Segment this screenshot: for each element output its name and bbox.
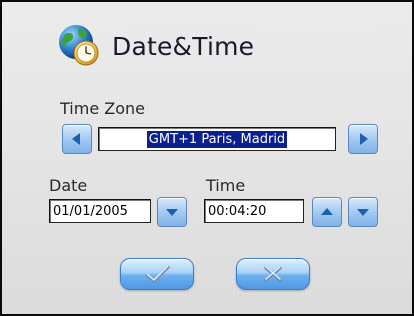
- triangle-down-icon: [166, 209, 178, 216]
- date-field[interactable]: 01/01/2005: [49, 199, 151, 223]
- x-icon: [264, 266, 282, 282]
- dialog-header: Date&Time: [56, 20, 254, 72]
- triangle-left-icon: [72, 133, 80, 145]
- timezone-label: Time Zone: [60, 99, 145, 118]
- date-time-dialog: Date&Time Time Zone GMT+1 Paris, Madrid …: [0, 0, 414, 316]
- time-label: Time: [206, 176, 246, 195]
- dialog-title: Date&Time: [112, 31, 255, 61]
- globe-clock-icon: [56, 23, 102, 69]
- time-up-button[interactable]: [312, 197, 342, 227]
- triangle-up-icon: [321, 208, 333, 215]
- ok-button[interactable]: [120, 258, 194, 290]
- timezone-value: GMT+1 Paris, Madrid: [146, 130, 288, 148]
- triangle-down-icon: [357, 209, 369, 216]
- time-down-button[interactable]: [348, 197, 378, 227]
- checkmark-icon: [145, 265, 170, 283]
- timezone-field[interactable]: GMT+1 Paris, Madrid: [98, 127, 336, 151]
- cancel-button[interactable]: [236, 258, 310, 290]
- date-picker-button[interactable]: [157, 197, 187, 227]
- triangle-right-icon: [360, 133, 368, 145]
- date-value: 01/01/2005: [53, 203, 128, 219]
- date-label: Date: [49, 176, 88, 195]
- timezone-next-button[interactable]: [348, 124, 378, 154]
- time-value: 00:04:20: [208, 203, 267, 219]
- time-field[interactable]: 00:04:20: [204, 199, 304, 223]
- timezone-prev-button[interactable]: [62, 124, 92, 154]
